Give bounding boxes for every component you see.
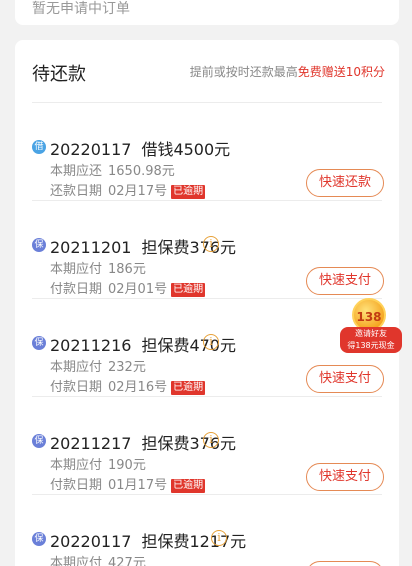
item-divider: [32, 494, 382, 495]
repayment-item: 保20220117担保费1217元i本期应付427元付款日期02月17号已逾期快…: [15, 494, 399, 566]
card-title: 待还款: [32, 64, 86, 85]
amount-value: 232元: [108, 360, 146, 375]
amount-row: 本期应付 427元: [50, 552, 146, 566]
amount-row: 本期应付 190元: [50, 454, 146, 473]
repayment-item: 保 20211217 担保费376元 i 本期应付 190元 付款日期 01月17号 已逾期 快速…: [15, 396, 399, 494]
due-date-label: 付款日期: [50, 380, 103, 395]
due-date-label: 付款日期: [50, 478, 103, 493]
amount-row: 本期应付 186元: [50, 258, 146, 277]
amount-label: 本期应付: [50, 360, 103, 375]
item-description: 担保费1217元: [141, 532, 247, 551]
due-date-value: 01月17号: [108, 478, 168, 493]
overdue-badge: 已逾期: [171, 381, 206, 395]
repayment-item: 保 20211201 担保费376元 i 本期应付 186元 付款日期 02月01号 已逾期 快速…: [15, 200, 399, 298]
item-divider: [32, 396, 382, 397]
item-description: 担保费376元: [141, 238, 236, 257]
item-date: 20211217: [50, 434, 132, 453]
due-date-row: 还款日期 02月17号 已逾期: [50, 180, 206, 199]
quick-pay-button[interactable]: 快速支付: [306, 561, 384, 566]
no-pending-orders-text: 暂无申请中订单: [32, 1, 130, 17]
promo-highlight: 免费赠送10积分: [297, 65, 385, 79]
promo-prefix: 提前或按时还款最高: [189, 65, 298, 79]
amount-row: 本期应付 232元: [50, 356, 146, 375]
item-date: 20220117: [50, 532, 132, 551]
due-date-row: 付款日期 02月01号 已逾期: [50, 278, 206, 297]
item-date: 20211216: [50, 336, 132, 355]
due-date-value: 02月16号: [108, 380, 168, 395]
amount-row: 本期应还 1650.98元: [50, 160, 175, 179]
due-date-label: 还款日期: [50, 184, 103, 199]
due-date-row: 付款日期 01月17号 已逾期: [50, 474, 206, 493]
item-description: 担保费376元: [141, 434, 236, 453]
amount-label: 本期应还: [50, 164, 103, 179]
repayment-item: 借 20220117 借钱4500元本期应还 1650.98元 还款日期 02月17号 已逾…: [15, 102, 399, 200]
info-icon[interactable]: i: [211, 530, 227, 546]
amount-value: 190元: [108, 458, 146, 473]
amount-value: 1650.98元: [108, 164, 175, 179]
item-date: 20211201: [50, 238, 132, 257]
item-divider: [32, 298, 382, 299]
guarantee-type-icon: 保: [32, 434, 46, 448]
item-description: 借钱4500元: [141, 140, 231, 159]
info-icon[interactable]: i: [203, 236, 219, 252]
amount-label: 本期应付: [50, 556, 103, 566]
quick-pay-button[interactable]: 快速支付: [306, 463, 384, 491]
info-icon[interactable]: i: [203, 334, 219, 350]
invite-promo-line1: 邀请好友: [355, 329, 387, 338]
amount-label: 本期应付: [50, 458, 103, 473]
invite-friends-promo[interactable]: 138 邀请好友 得138元现金: [340, 298, 402, 358]
invite-promo-line2: 得138元现金: [347, 341, 395, 350]
invite-promo-tag: 邀请好友 得138元现金: [340, 327, 402, 353]
due-date-value: 02月17号: [108, 184, 168, 199]
loan-type-icon: 借: [32, 140, 46, 154]
overdue-badge: 已逾期: [171, 283, 206, 297]
item-divider: [32, 200, 382, 201]
overdue-badge: 已逾期: [171, 185, 206, 199]
item-divider: [32, 102, 382, 103]
amount-value: 427元: [108, 556, 146, 566]
quick-repay-button[interactable]: 快速还款: [306, 169, 384, 197]
pending-orders-card: 暂无申请中订单: [15, 0, 399, 25]
due-date-value: 02月01号: [108, 282, 168, 297]
amount-label: 本期应付: [50, 262, 103, 277]
repayment-card-header: 待还款 提前或按时还款最高免费赠送10积分: [15, 40, 399, 102]
item-date: 20220117: [50, 140, 132, 159]
amount-value: 186元: [108, 262, 146, 277]
repayment-promo: 提前或按时还款最高免费赠送10积分: [190, 63, 385, 80]
due-date-row: 付款日期 02月16号 已逾期: [50, 376, 206, 395]
info-icon[interactable]: i: [203, 432, 219, 448]
item-description: 担保费470元: [141, 336, 236, 355]
guarantee-type-icon: 保: [32, 532, 46, 546]
overdue-badge: 已逾期: [171, 479, 206, 493]
guarantee-type-icon: 保: [32, 336, 46, 350]
quick-pay-button[interactable]: 快速支付: [306, 267, 384, 295]
guarantee-type-icon: 保: [32, 238, 46, 252]
quick-pay-button[interactable]: 快速支付: [306, 365, 384, 393]
item-title: 20220117 借钱4500元: [50, 136, 230, 160]
due-date-label: 付款日期: [50, 282, 103, 297]
